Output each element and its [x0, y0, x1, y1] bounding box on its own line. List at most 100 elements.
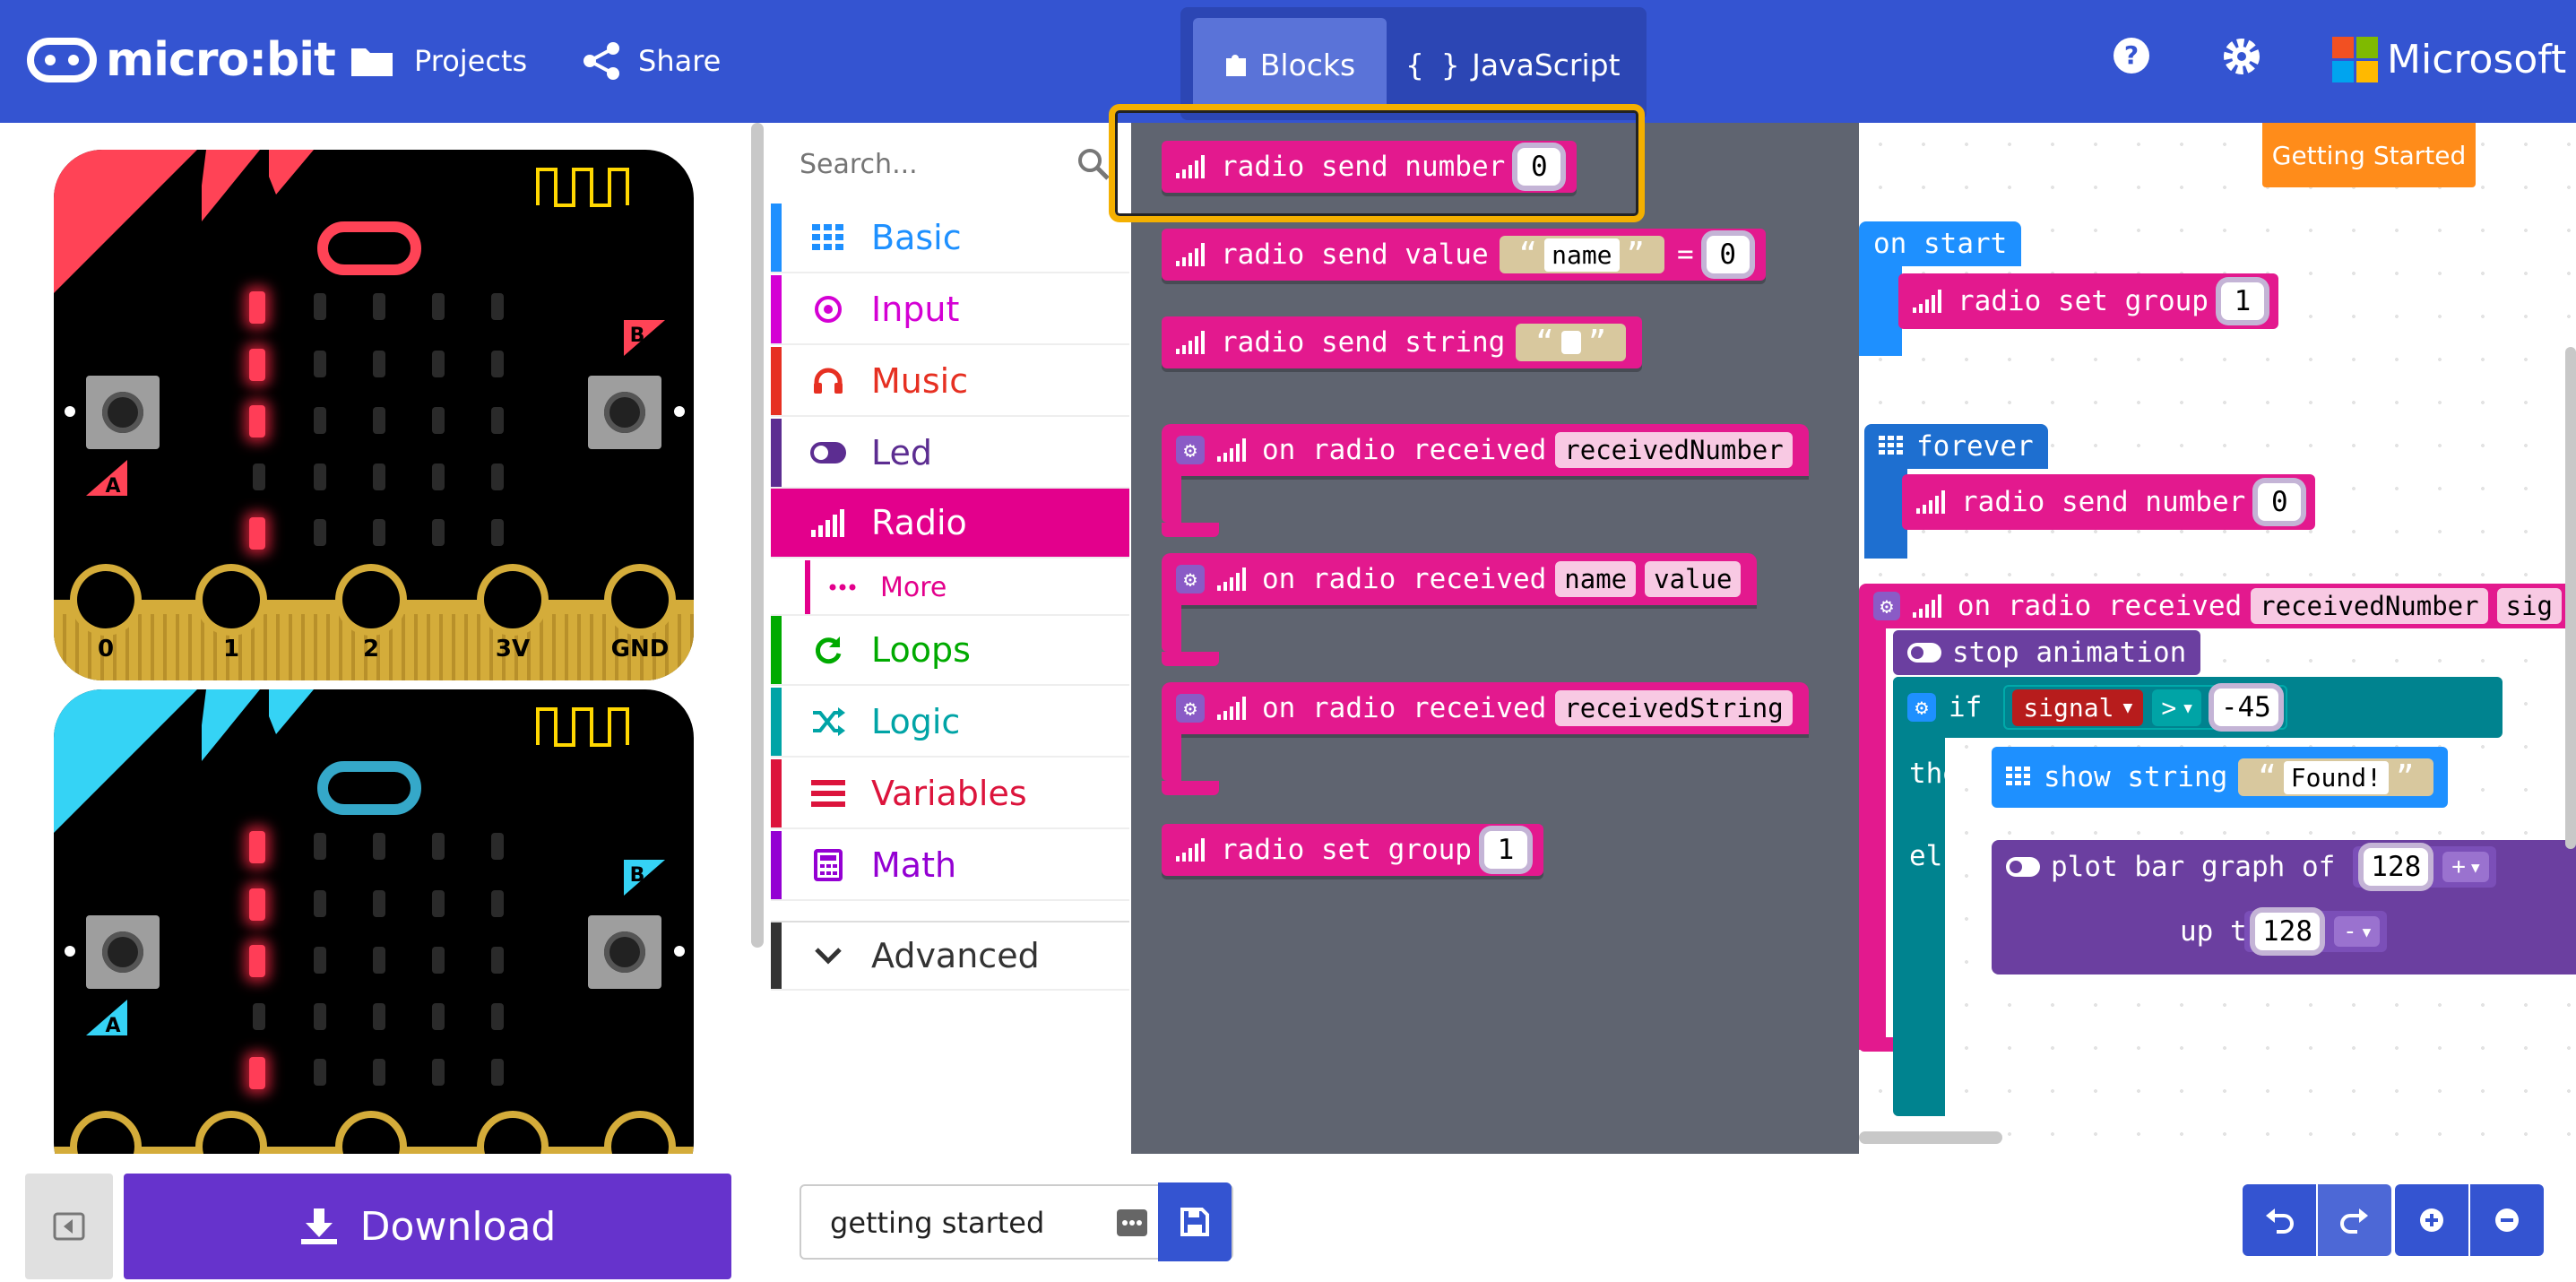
category-logic[interactable]: Logic [771, 688, 1129, 758]
workspace-vscrollbar[interactable] [2565, 347, 2576, 849]
variable-received-string[interactable]: receivedString [1555, 690, 1793, 726]
save-button[interactable] [1158, 1182, 1232, 1261]
pin-0[interactable] [77, 571, 134, 628]
block-plot-bar-graph[interactable]: plot bar graph of 128 + ▼ [1992, 840, 2576, 894]
block-on-radio-received-value[interactable]: ⚙ on radio received name value [1162, 553, 1758, 605]
block-radio-send-value[interactable]: radio send value “name” = 0 [1162, 229, 1766, 281]
number-input[interactable]: 128 [2255, 913, 2320, 950]
block-show-string[interactable]: show string “Found!” [1992, 747, 2449, 808]
gear-icon[interactable]: ⚙ [1176, 565, 1205, 593]
category-basic[interactable]: Basic [771, 204, 1129, 273]
category-input[interactable]: Input [771, 275, 1129, 345]
pin-0[interactable] [77, 1118, 134, 1154]
block-radio-set-group[interactable]: radio set group 1 [1162, 824, 1543, 876]
led [432, 1059, 445, 1086]
category-radio-more[interactable]: More [771, 560, 1129, 616]
pin-2[interactable] [342, 571, 400, 628]
minus-operator[interactable]: - ▼ [2334, 916, 2381, 947]
variable-received-number[interactable]: receivedNumber [2251, 588, 2488, 624]
dots-icon[interactable] [1117, 1209, 1147, 1236]
block-stop-animation[interactable]: stop animation [1893, 630, 2201, 675]
block-forever[interactable]: forever [1864, 424, 2048, 469]
string-input[interactable]: “” [1516, 324, 1627, 361]
led [314, 463, 326, 490]
pin-gnd[interactable] [611, 1118, 669, 1154]
block-ws-radio-send-number[interactable]: radio send number 0 [1902, 474, 2316, 530]
number-input[interactable]: 1 [2220, 282, 2264, 320]
block-on-start[interactable]: on start [1859, 221, 2022, 266]
category-led[interactable]: Led [771, 419, 1129, 489]
pin-3v[interactable] [484, 571, 541, 628]
pin-2[interactable] [342, 1118, 400, 1154]
variable-name[interactable]: name [1555, 561, 1637, 597]
gear-icon[interactable]: ⚙ [1873, 592, 1900, 620]
led [491, 293, 504, 320]
number-input[interactable]: -45 [2213, 689, 2278, 726]
number-input[interactable]: 128 [2364, 848, 2429, 886]
math-expression[interactable]: 128 - ▼ [2244, 911, 2388, 952]
category-loops[interactable]: Loops [771, 616, 1129, 686]
plus-operator[interactable]: + ▼ [2442, 852, 2489, 882]
category-advanced[interactable]: Advanced [771, 921, 1129, 991]
simulator-scrollbar[interactable] [751, 123, 764, 948]
redo-button[interactable] [2318, 1184, 2391, 1256]
block-if[interactable]: ⚙ if signal ▼ > ▼ -45 [1893, 677, 2503, 738]
search-icon[interactable] [1076, 146, 1111, 182]
button-b[interactable] [588, 915, 661, 989]
touch-logo[interactable] [317, 761, 421, 815]
led-0-0 [249, 291, 265, 324]
tab-javascript[interactable]: { } JavaScript [1392, 18, 1634, 111]
category-math[interactable]: Math [771, 831, 1129, 901]
wave-icon [536, 707, 629, 747]
blocks-workspace[interactable]: Getting Started on start radio set group… [1859, 123, 2576, 1154]
pin-1[interactable] [203, 571, 260, 628]
button-b[interactable] [588, 376, 661, 449]
microbit-logo[interactable]: micro:bit [27, 30, 336, 90]
zoom-out-button[interactable] [2470, 1184, 2544, 1256]
pin-1[interactable] [203, 1118, 260, 1154]
string-input[interactable]: “Found!” [2238, 758, 2434, 796]
microbit-board-1[interactable]: A B 0 1 2 3V GND [54, 150, 694, 680]
touch-logo[interactable] [317, 221, 421, 275]
search-input[interactable] [771, 141, 1106, 187]
gear-icon[interactable]: ⚙ [1176, 436, 1205, 464]
microsoft-logo[interactable]: Microsoft [2332, 34, 2566, 84]
pin-3v[interactable] [484, 1118, 541, 1154]
getting-started-button[interactable]: Getting Started [2262, 123, 2476, 187]
settings-button[interactable] [2221, 36, 2262, 77]
tab-blocks[interactable]: Blocks [1193, 18, 1387, 111]
variable-received-number[interactable]: receivedNumber [1555, 432, 1793, 468]
variable-signal-partial[interactable]: sig [2496, 588, 2562, 624]
category-variables[interactable]: Variables [771, 759, 1129, 829]
button-a[interactable] [86, 915, 160, 989]
help-button[interactable]: ? [2112, 36, 2151, 75]
number-input[interactable]: 1 [1483, 831, 1527, 869]
operator-dropdown[interactable]: > ▼ [2152, 689, 2201, 726]
gear-icon[interactable]: ⚙ [1176, 694, 1205, 723]
variable-value[interactable]: value [1645, 561, 1742, 597]
undo-button[interactable] [2243, 1184, 2316, 1256]
compare-expression[interactable]: signal ▼ > ▼ -45 [2003, 685, 2287, 730]
block-on-radio-received-string[interactable]: ⚙ on radio received receivedString [1162, 682, 1809, 734]
workspace-hscrollbar[interactable] [1859, 1131, 2002, 1144]
category-radio[interactable]: Radio [771, 489, 1129, 559]
zoom-in-button[interactable] [2395, 1184, 2468, 1256]
block-radio-send-string[interactable]: radio send string “” [1162, 316, 1643, 368]
block-ws-radio-set-group[interactable]: radio set group 1 [1898, 273, 2278, 329]
number-input[interactable]: 0 [2258, 483, 2302, 521]
number-input[interactable]: 0 [1706, 236, 1750, 273]
share-button[interactable]: Share [583, 36, 721, 86]
projects-button[interactable]: Projects [350, 36, 527, 86]
category-music[interactable]: Music [771, 347, 1129, 417]
block-ws-on-radio-received[interactable]: ⚙ on radio received receivedNumber sig [1859, 584, 2576, 628]
download-button[interactable]: Download [124, 1174, 731, 1279]
microbit-board-2[interactable]: A B [54, 689, 694, 1154]
string-input[interactable]: “name” [1499, 236, 1665, 273]
signal-reporter[interactable]: signal ▼ [2012, 689, 2144, 726]
block-on-radio-received-number[interactable]: ⚙ on radio received receivedNumber [1162, 424, 1809, 476]
button-a[interactable] [86, 376, 160, 449]
math-expression[interactable]: 128 + ▼ [2353, 846, 2496, 888]
gear-icon[interactable]: ⚙ [1907, 693, 1936, 722]
collapse-simulator-button[interactable] [25, 1174, 113, 1279]
pin-gnd[interactable] [611, 571, 669, 628]
